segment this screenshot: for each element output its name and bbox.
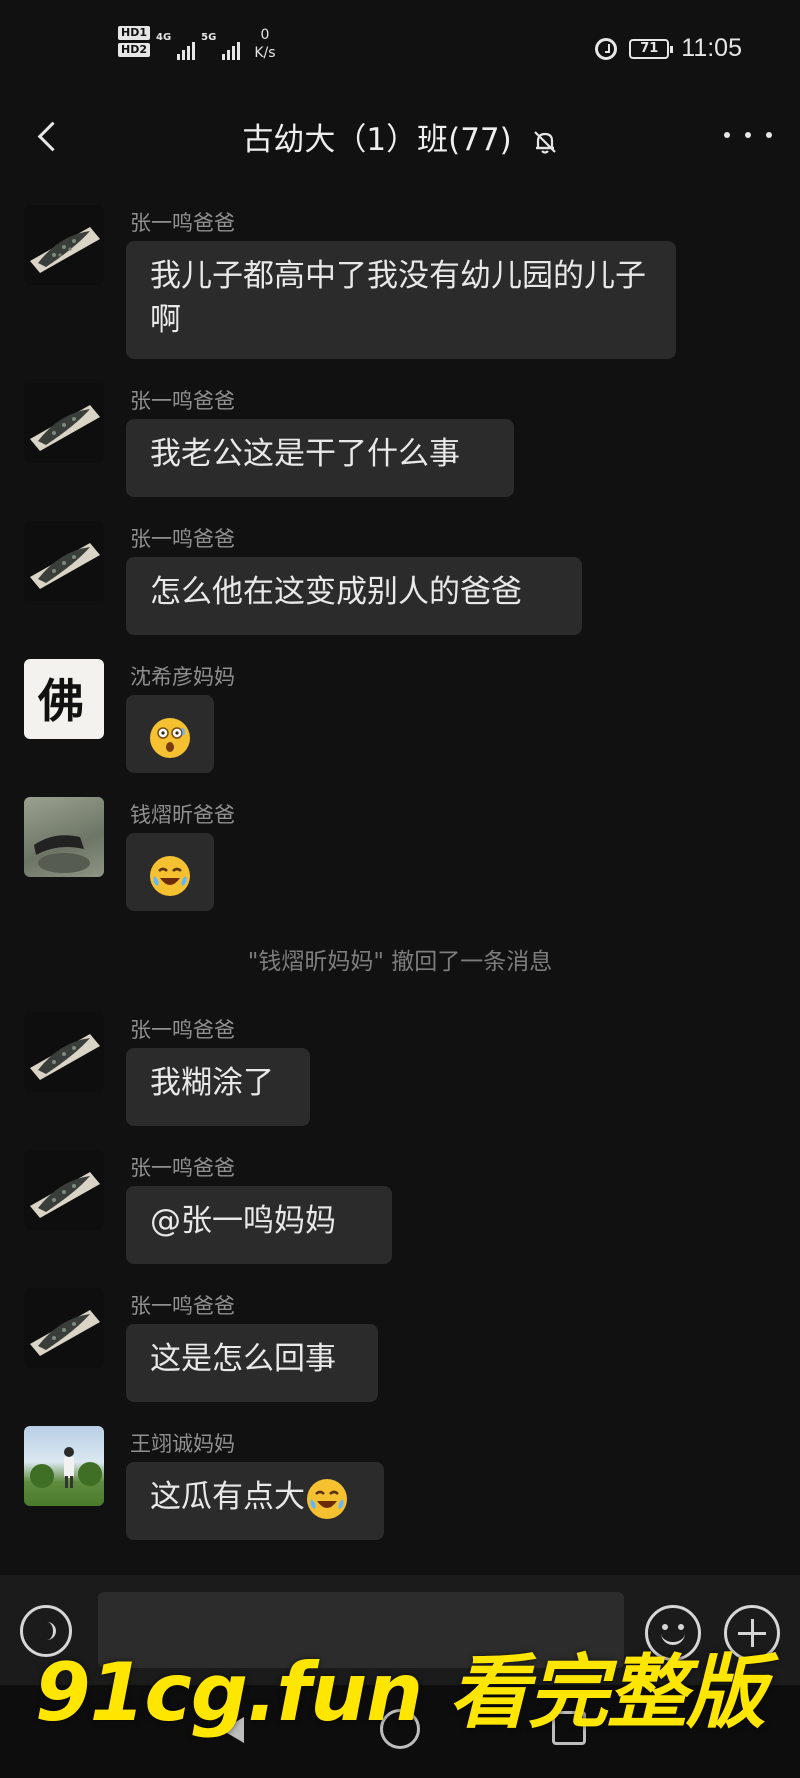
peacock-image-icon xyxy=(30,227,100,273)
status-bar: HD1 HD2 4G 5G 0 K/s 71 11:05 xyxy=(0,0,800,100)
signal1-icon xyxy=(177,36,196,60)
sender-name: 张一鸣爸爸 xyxy=(130,1018,235,1042)
network1-label: 4G xyxy=(156,32,172,43)
avatar-glyph: 佛 xyxy=(38,674,84,728)
avatar[interactable] xyxy=(24,1150,104,1230)
sender-name: 钱熠昕爸爸 xyxy=(130,803,235,827)
peacock-image-icon xyxy=(30,543,100,589)
peacock-image-icon xyxy=(30,1172,100,1218)
message-bubble[interactable]: 怎么他在这变成别人的爸爸 xyxy=(126,557,582,635)
avatar[interactable] xyxy=(24,1288,104,1368)
shocked-face-emoji xyxy=(150,717,190,758)
message-bubble[interactable] xyxy=(126,695,214,773)
net-speed-unit: K/s xyxy=(254,45,276,61)
sender-name: 张一鸣爸爸 xyxy=(130,211,235,235)
child-photo-icon xyxy=(30,1447,102,1488)
net-speed: 0 K/s xyxy=(254,26,275,62)
signal2-icon xyxy=(222,36,241,60)
message-bubble[interactable]: 我老公这是干了什么事 xyxy=(126,419,514,497)
message-bubble[interactable]: @张一鸣妈妈 xyxy=(126,1186,392,1264)
message-bubble[interactable]: 我糊涂了 xyxy=(126,1048,310,1126)
avatar[interactable] xyxy=(24,521,104,601)
avatar[interactable] xyxy=(24,797,104,877)
chat-title-wrap: 古幼大（1）班(77) xyxy=(0,114,800,159)
clock: 11:05 xyxy=(681,34,742,62)
chat-title: 古幼大（1）班(77) xyxy=(242,122,512,158)
sender-name: 张一鸣爸爸 xyxy=(130,1156,235,1180)
message-bubble[interactable] xyxy=(126,833,214,911)
tears-of-joy-emoji xyxy=(307,1478,347,1519)
message-bubble[interactable]: 这是怎么回事 xyxy=(126,1324,378,1402)
avatar[interactable]: 佛 xyxy=(24,659,104,739)
mute-bell-icon xyxy=(533,130,556,154)
sim-indicators: HD1 HD2 xyxy=(118,26,150,57)
tears-of-joy-emoji xyxy=(150,855,190,896)
network2-label: 5G xyxy=(201,32,217,43)
message-text: 这瓜有点大 xyxy=(150,1479,305,1515)
avatar[interactable] xyxy=(24,1012,104,1092)
status-right: 71 11:05 xyxy=(595,34,742,63)
sim1-badge: HD1 xyxy=(118,26,150,40)
sender-name: 沈希彦妈妈 xyxy=(130,665,235,689)
stone-photo-icon xyxy=(34,835,90,873)
battery-icon: 71 xyxy=(629,38,674,59)
sim2-badge: HD2 xyxy=(118,43,150,57)
message-bubble[interactable]: 这瓜有点大 xyxy=(126,1462,384,1540)
sender-name: 张一鸣爸爸 xyxy=(130,1294,235,1318)
avatar[interactable] xyxy=(24,205,104,285)
alarm-icon xyxy=(595,37,618,60)
sender-name: 张一鸣爸爸 xyxy=(130,527,235,551)
net-speed-value: 0 xyxy=(260,27,270,43)
peacock-image-icon xyxy=(30,1034,100,1080)
more-options-icon[interactable] xyxy=(724,118,772,152)
chat-header: 古幼大（1）班(77) xyxy=(0,100,800,170)
status-left: HD1 HD2 4G 5G 0 K/s xyxy=(118,26,276,62)
recall-notice: "钱熠昕妈妈" 撤回了一条消息 xyxy=(247,949,553,975)
avatar[interactable] xyxy=(24,383,104,463)
watermark-text: 91cg.fun 看完整版 xyxy=(35,1646,766,1739)
peacock-image-icon xyxy=(30,405,100,451)
peacock-image-icon xyxy=(30,1310,100,1356)
message-bubble[interactable]: 我儿子都高中了我没有幼儿园的儿子啊 xyxy=(126,241,676,359)
sender-name: 张一鸣爸爸 xyxy=(130,389,235,413)
avatar[interactable] xyxy=(24,1426,104,1506)
sender-name: 王翊诚妈妈 xyxy=(130,1432,235,1456)
